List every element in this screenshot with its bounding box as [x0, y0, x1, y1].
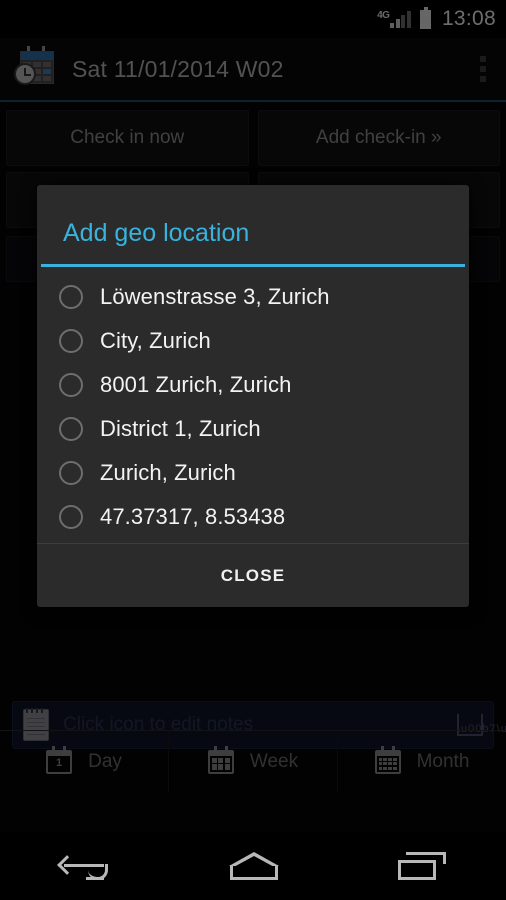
- list-item[interactable]: 47.37317, 8.53438: [37, 495, 469, 539]
- radio-button-icon[interactable]: [59, 373, 83, 397]
- list-item[interactable]: City, Zurich: [37, 319, 469, 363]
- add-geo-location-dialog: Add geo location Löwenstrasse 3, Zurich …: [37, 185, 469, 607]
- list-item-label: District 1, Zurich: [100, 416, 261, 441]
- home-button[interactable]: [203, 842, 303, 890]
- close-button[interactable]: CLOSE: [221, 566, 286, 586]
- back-arrow-icon: [57, 852, 109, 880]
- radio-button-icon[interactable]: [59, 417, 83, 441]
- list-item-label: 8001 Zurich, Zurich: [100, 372, 292, 397]
- list-item[interactable]: Zurich, Zurich: [37, 451, 469, 495]
- geo-location-option-list: Löwenstrasse 3, Zurich City, Zurich 8001…: [37, 267, 469, 543]
- radio-button-icon[interactable]: [59, 329, 83, 353]
- radio-button-icon[interactable]: [59, 505, 83, 529]
- dialog-footer: CLOSE: [37, 543, 469, 607]
- android-screen: 4G 13:08 Sat 11/01/2014 W02 Check in now…: [0, 0, 506, 900]
- list-item-label: Löwenstrasse 3, Zurich: [100, 284, 330, 309]
- list-item[interactable]: District 1, Zurich: [37, 407, 469, 451]
- list-item-label: Zurich, Zurich: [100, 460, 236, 485]
- recents-button[interactable]: [372, 842, 472, 890]
- system-navigation-bar: [0, 832, 506, 900]
- list-item-label: City, Zurich: [100, 328, 211, 353]
- radio-button-icon[interactable]: [59, 285, 83, 309]
- recent-apps-icon: [397, 852, 446, 880]
- list-item-label: 47.37317, 8.53438: [100, 504, 286, 529]
- list-item[interactable]: 8001 Zurich, Zurich: [37, 363, 469, 407]
- list-item[interactable]: Löwenstrasse 3, Zurich: [37, 275, 469, 319]
- radio-button-icon[interactable]: [59, 461, 83, 485]
- back-button[interactable]: [34, 842, 134, 890]
- dialog-title: Add geo location: [63, 219, 250, 247]
- home-icon: [228, 852, 279, 880]
